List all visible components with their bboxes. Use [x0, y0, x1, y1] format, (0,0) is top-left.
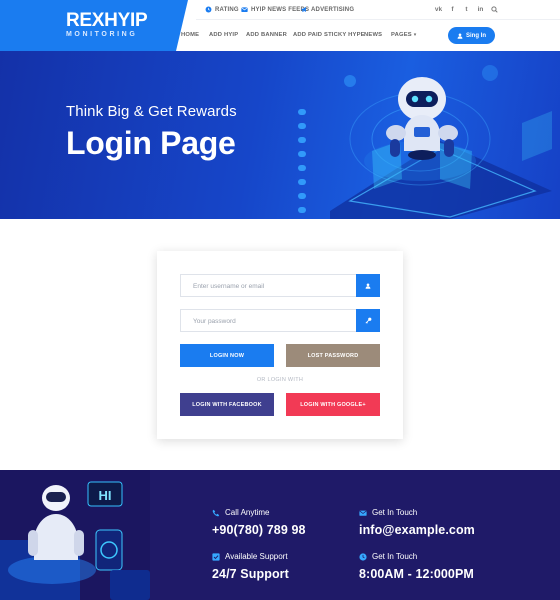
sign-in-label: Sing In: [466, 32, 486, 39]
lost-password-button[interactable]: LOST PASSWORD: [286, 344, 380, 367]
topbar-link-news-feeds[interactable]: HYIP NEWS FEEDS: [241, 6, 309, 13]
username-field: [180, 274, 380, 297]
megaphone-icon: [301, 7, 306, 13]
contact-call: Call Anytime +90(780) 789 98: [212, 508, 306, 537]
password-field-button[interactable]: [356, 309, 380, 332]
mail-icon: [241, 7, 248, 12]
hi-screen-text: HI: [99, 488, 112, 503]
topbar-link-advertising[interactable]: ADVERTISING: [301, 6, 354, 13]
nav-pages[interactable]: PAGES ▾: [391, 32, 416, 38]
topbar-link-label: ADVERTISING: [311, 6, 355, 13]
username-input[interactable]: [181, 276, 357, 297]
contact-label: Call Anytime: [225, 508, 270, 517]
phone-number[interactable]: +90(780) 789 98: [212, 523, 306, 537]
nav-add-paid-sticky-hype[interactable]: ADD PAID STICKY HYPE: [293, 32, 365, 38]
email-address[interactable]: info@example.com: [359, 523, 475, 537]
vk-icon[interactable]: vk: [434, 5, 443, 14]
hero-banner: Think Big & Get Rewards Login Page: [0, 51, 560, 219]
user-icon: [365, 282, 371, 289]
contact-label: Get In Touch: [372, 508, 418, 517]
footer-contact-band: HI Call Anytime +90(780) 789 98 Get In T…: [0, 470, 560, 600]
login-card: LOGIN NOW LOST PASSWORD OR LOGIN WITH LO…: [157, 251, 403, 439]
nav-add-hyip[interactable]: ADD HYIP: [209, 32, 238, 38]
or-login-with-label: OR LOGIN WITH: [256, 377, 304, 383]
nav-news[interactable]: NEWS: [364, 32, 382, 38]
linkedin-icon[interactable]: in: [476, 5, 485, 14]
google-login-button[interactable]: LOGIN WITH GOOGLE+: [286, 393, 380, 416]
logo[interactable]: REXHYIP MONITORING: [0, 0, 188, 51]
checkbox-icon: [212, 552, 220, 561]
site-header: REXHYIP MONITORING RATING HYIP NEWS FEED…: [0, 0, 560, 51]
contact-label: Get In Touch: [372, 552, 418, 561]
support-hours: 24/7 Support: [212, 567, 289, 581]
clock-icon: [359, 552, 367, 561]
hero-tagline: Think Big & Get Rewards: [66, 103, 237, 120]
login-now-button[interactable]: LOGIN NOW: [180, 344, 274, 367]
top-bar: RATING HYIP NEWS FEEDS ADVERTISING vk f …: [196, 0, 560, 20]
topbar-link-label: RATING: [215, 6, 239, 13]
contact-hours: Get In Touch 8:00AM - 12:000PM: [359, 552, 474, 581]
office-hours: 8:00AM - 12:000PM: [359, 567, 474, 581]
search-icon[interactable]: [490, 5, 499, 14]
social-links: vk f t in: [434, 5, 499, 14]
user-field-button[interactable]: [356, 274, 380, 297]
nav-add-banner[interactable]: ADD BANNER: [246, 32, 287, 38]
logo-name: REXHYIP: [66, 10, 148, 31]
nav-pages-label: PAGES: [391, 32, 412, 38]
contact-support: Available Support 24/7 Support: [212, 552, 289, 581]
password-field: [180, 309, 380, 332]
page-title: Login Page: [66, 125, 236, 161]
logo-subtitle: MONITORING: [66, 31, 138, 38]
contact-email: Get In Touch info@example.com: [359, 508, 475, 537]
topbar-link-rating[interactable]: RATING: [205, 6, 239, 13]
robot-support-illustration: HI: [0, 470, 150, 600]
contact-label: Available Support: [225, 552, 288, 561]
caret-down-icon: ▾: [413, 32, 417, 38]
key-icon: [365, 317, 371, 324]
sign-in-button[interactable]: Sing In: [448, 27, 495, 44]
password-input[interactable]: [181, 311, 357, 332]
facebook-icon[interactable]: f: [448, 5, 457, 14]
nav-home[interactable]: HOME: [181, 32, 199, 38]
envelope-icon: [359, 510, 367, 516]
phone-icon: [212, 509, 220, 516]
twitter-icon[interactable]: t: [462, 5, 471, 14]
facebook-login-button[interactable]: LOGIN WITH FACEBOOK: [180, 393, 274, 416]
user-icon: [457, 32, 463, 39]
robot-illustration: [298, 65, 552, 219]
clock-icon: [205, 6, 212, 13]
